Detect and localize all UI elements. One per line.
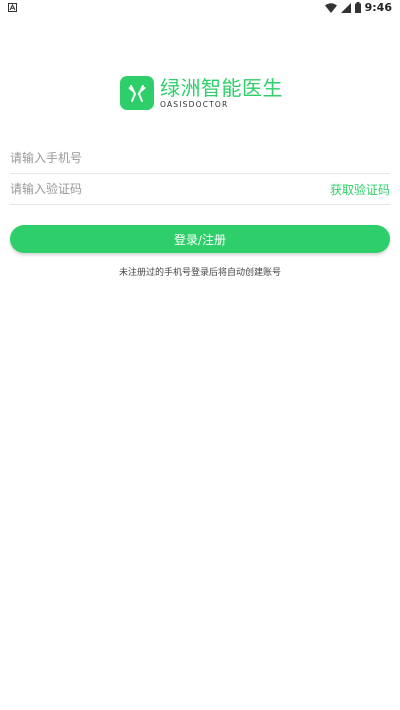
wifi-icon — [324, 2, 337, 13]
cellular-signal-icon — [340, 2, 351, 13]
fork-knife-icon — [120, 76, 154, 110]
brand-name: 绿洲智能医生 — [160, 75, 283, 100]
phone-field-row — [10, 143, 390, 174]
status-time: 9:46 — [364, 1, 392, 14]
brand-subtitle: OASISDOCTOR — [160, 99, 229, 109]
phone-input[interactable] — [10, 151, 390, 165]
verification-code-input[interactable] — [10, 182, 330, 196]
auto-register-hint: 未注册过的手机号登录后将自动创建账号 — [118, 268, 281, 278]
code-field-row: 获取验证码 — [10, 174, 390, 205]
login-register-button[interactable]: 登录/注册 — [10, 225, 390, 253]
notification-a-icon — [8, 2, 17, 15]
battery-icon — [354, 2, 361, 13]
get-code-button[interactable]: 获取验证码 — [330, 181, 390, 198]
status-bar: 9:46 — [0, 0, 400, 16]
brand-header: 绿洲智能医生 OASISDOCTOR — [120, 75, 283, 111]
